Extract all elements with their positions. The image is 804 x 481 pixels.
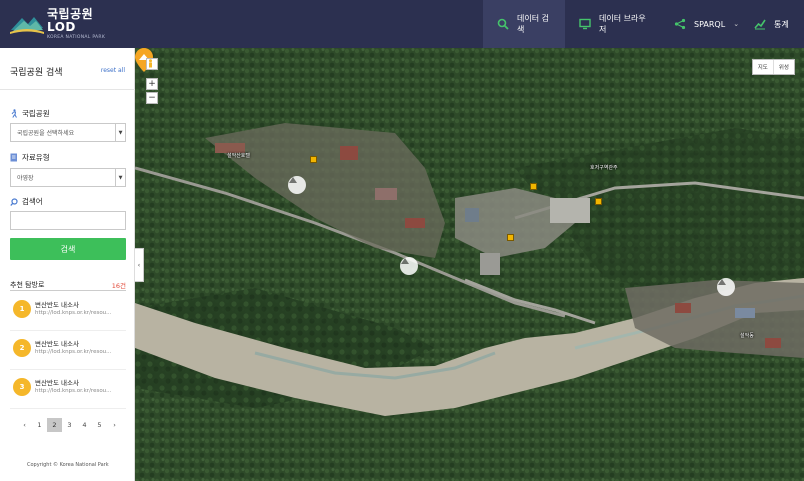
keyword-label: 검색어 [10, 196, 43, 207]
map-pin-icon[interactable] [400, 257, 418, 275]
chart-icon [754, 18, 766, 30]
map-label: 호저구역관주 [590, 165, 618, 171]
type-label: 자료유형 [10, 152, 50, 163]
result-count: 16건 [111, 282, 126, 290]
copyright: Copyright © Korea National Park [27, 462, 109, 468]
poi-marker-icon[interactable] [595, 198, 602, 205]
zoom-in-button[interactable]: + [146, 78, 158, 90]
page-2[interactable]: 2 [47, 418, 62, 432]
satellite-imagery [135, 48, 804, 481]
rank-badge: 3 [13, 378, 31, 396]
trail-name: 변산반도 내소사 [35, 340, 79, 348]
search-icon [497, 18, 509, 30]
park-label: 국립공원 [10, 108, 50, 119]
divider [10, 408, 126, 409]
mountain-logo-icon [10, 12, 44, 36]
divider [10, 369, 126, 370]
map-label: 설악산호텔 [227, 153, 251, 159]
rank-badge: 1 [13, 300, 31, 318]
type-select[interactable]: 야영장 ▼ [10, 168, 126, 187]
map-type-map[interactable]: 지도 [753, 60, 773, 74]
divider [0, 89, 135, 90]
list-item[interactable]: 1 변산반도 내소사 http://lod.knps.or.kr/resou..… [10, 293, 126, 331]
satellite-map[interactable]: 설악산호텔 호저구역관주 설악동 + − 지도 위성 ‹ [135, 48, 804, 481]
map-label: 설악동 [740, 333, 754, 339]
share-icon [674, 18, 686, 30]
poi-marker-icon[interactable] [530, 183, 537, 190]
trail-name: 변산반도 내소사 [35, 301, 79, 309]
rank-badge: 2 [13, 339, 31, 357]
search-sidebar: 국립공원 검색 reset all 국립공원 국립공원을 선택하세요 ▼ 자료유… [0, 48, 135, 481]
document-icon [10, 153, 18, 162]
zoom-out-button[interactable]: − [146, 92, 158, 104]
trail-url[interactable]: http://lod.knps.or.kr/resou... [35, 388, 111, 394]
list-item[interactable]: 2 변산반도 내소사 http://lod.knps.or.kr/resou..… [10, 332, 126, 370]
pagination: ‹ 1 2 3 4 5 › [17, 418, 122, 432]
street-view-icon[interactable] [146, 58, 158, 70]
logo-title: 국립공원 LOD [47, 6, 94, 34]
nav-statistics[interactable]: 통계 [740, 0, 804, 48]
page-3[interactable]: 3 [62, 418, 77, 432]
chevron-down-icon: ⌄ [733, 20, 740, 28]
nav-label: 데이터 브라우저 [599, 14, 646, 34]
poi-marker-icon[interactable] [310, 156, 317, 163]
trail-url[interactable]: http://lod.knps.or.kr/resou... [35, 349, 111, 355]
divider [10, 330, 126, 331]
nav-label: 통계 [774, 19, 789, 29]
map-pin-icon[interactable] [717, 278, 735, 296]
search-button[interactable]: 검색 [10, 238, 126, 260]
keyword-input[interactable] [10, 211, 126, 230]
page-4[interactable]: 4 [77, 418, 92, 432]
main-nav: 데이터 검색 데이터 브라우저 SPARQL ⌄ 통계 [483, 0, 804, 48]
trail-name: 변산반도 내소사 [35, 379, 79, 387]
logo-subtitle: KOREA NATIONAL PARK [47, 34, 106, 40]
recommended-header: 추천 탐방로 16건 [10, 280, 126, 290]
dropdown-arrow-icon: ▼ [115, 169, 125, 186]
nav-data-browser[interactable]: 데이터 브라우저 [565, 0, 660, 48]
sidebar-collapse-button[interactable]: ‹ [135, 248, 144, 282]
search-icon [10, 197, 18, 206]
next-page-button[interactable]: › [107, 418, 122, 432]
divider [10, 290, 126, 291]
map-type-toggle: 지도 위성 [751, 59, 795, 75]
logo[interactable]: 국립공원 LOD KOREA NATIONAL PARK [10, 6, 120, 40]
nav-label: SPARQL [694, 19, 726, 29]
recommended-title: 추천 탐방로 [10, 281, 45, 289]
page-1[interactable]: 1 [32, 418, 47, 432]
trail-url[interactable]: http://lod.knps.or.kr/resou... [35, 310, 111, 316]
nav-data-search[interactable]: 데이터 검색 [483, 0, 565, 48]
prev-page-button[interactable]: ‹ [17, 418, 32, 432]
sidebar-title: 국립공원 검색 [10, 68, 63, 78]
list-item[interactable]: 3 변산반도 내소사 http://lod.knps.or.kr/resou..… [10, 371, 126, 409]
hiker-icon [10, 109, 18, 118]
nav-sparql[interactable]: SPARQL ⌄ [660, 0, 740, 48]
reset-all-link[interactable]: reset all [101, 67, 125, 74]
monitor-icon [579, 18, 591, 30]
dropdown-arrow-icon: ▼ [115, 124, 125, 141]
top-header: 국립공원 LOD KOREA NATIONAL PARK 데이터 검색 데이터 … [0, 0, 804, 48]
page-5[interactable]: 5 [92, 418, 107, 432]
poi-marker-icon[interactable] [507, 234, 514, 241]
map-pin-icon[interactable] [288, 176, 306, 194]
nav-label: 데이터 검색 [517, 14, 549, 34]
map-type-satellite[interactable]: 위성 [772, 60, 794, 74]
park-select[interactable]: 국립공원을 선택하세요 ▼ [10, 123, 126, 142]
